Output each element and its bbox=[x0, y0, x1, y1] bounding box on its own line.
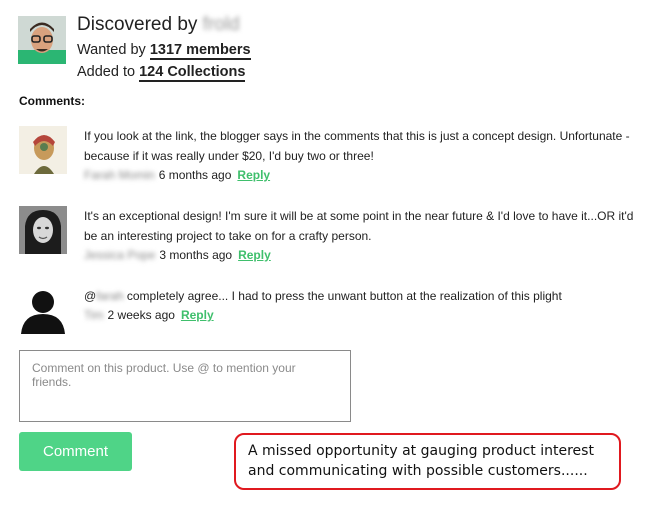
discovered-by-line: Discovered by frold bbox=[77, 14, 240, 36]
discoverer-avatar[interactable] bbox=[18, 16, 66, 64]
comment-2-reply-link[interactable]: Reply bbox=[238, 248, 271, 262]
collections-link[interactable]: 124 Collections bbox=[139, 64, 246, 82]
comment-2-text: It's an exceptional design! I'm sure it … bbox=[84, 209, 634, 243]
comment-2-time: 3 months ago bbox=[159, 248, 233, 262]
comment-1-author[interactable]: Farah Momin bbox=[84, 168, 155, 182]
default-avatar-icon[interactable] bbox=[19, 286, 67, 334]
wanted-by-line: Wanted by 1317 members bbox=[77, 42, 251, 60]
comment-1-reply-link[interactable]: Reply bbox=[237, 168, 270, 182]
wanted-prefix: Wanted by bbox=[77, 42, 146, 58]
comment-submit-button[interactable]: Comment bbox=[19, 432, 132, 471]
discoverer-name[interactable]: frold bbox=[203, 14, 240, 35]
comments-heading: Comments: bbox=[19, 94, 86, 108]
comment-3-text: @farah completely agree... I had to pres… bbox=[84, 286, 644, 306]
comment-1-meta: Farah Momin 6 months ago Reply bbox=[84, 168, 270, 182]
annotation-callout: A missed opportunity at gauging product … bbox=[234, 433, 621, 490]
mention-link[interactable]: farah bbox=[96, 289, 123, 303]
comment-1-time: 6 months ago bbox=[158, 168, 232, 182]
comment-2-author[interactable]: Jessica Pope bbox=[84, 248, 155, 262]
comment-3-body: completely agree... I had to press the u… bbox=[123, 289, 562, 303]
commenter-avatar[interactable] bbox=[19, 126, 67, 174]
comment-3-author[interactable]: Tim bbox=[84, 308, 104, 322]
comment-2-meta: Jessica Pope 3 months ago Reply bbox=[84, 248, 271, 262]
discovered-label: Discovered by bbox=[77, 14, 198, 35]
added-to-line: Added to 124 Collections bbox=[77, 64, 246, 82]
comment-input[interactable] bbox=[19, 350, 351, 422]
comment-1-text: If you look at the link, the blogger say… bbox=[84, 129, 630, 163]
added-prefix: Added to bbox=[77, 64, 136, 80]
commenter-avatar[interactable] bbox=[19, 206, 67, 254]
mention-prefix: @ bbox=[84, 289, 97, 303]
wanted-members-link[interactable]: 1317 members bbox=[149, 42, 251, 60]
comment-3-reply-link[interactable]: Reply bbox=[181, 308, 214, 322]
comment-3-time: 2 weeks ago bbox=[107, 308, 175, 322]
comment-3-meta: Tim 2 weeks ago Reply bbox=[84, 308, 214, 322]
